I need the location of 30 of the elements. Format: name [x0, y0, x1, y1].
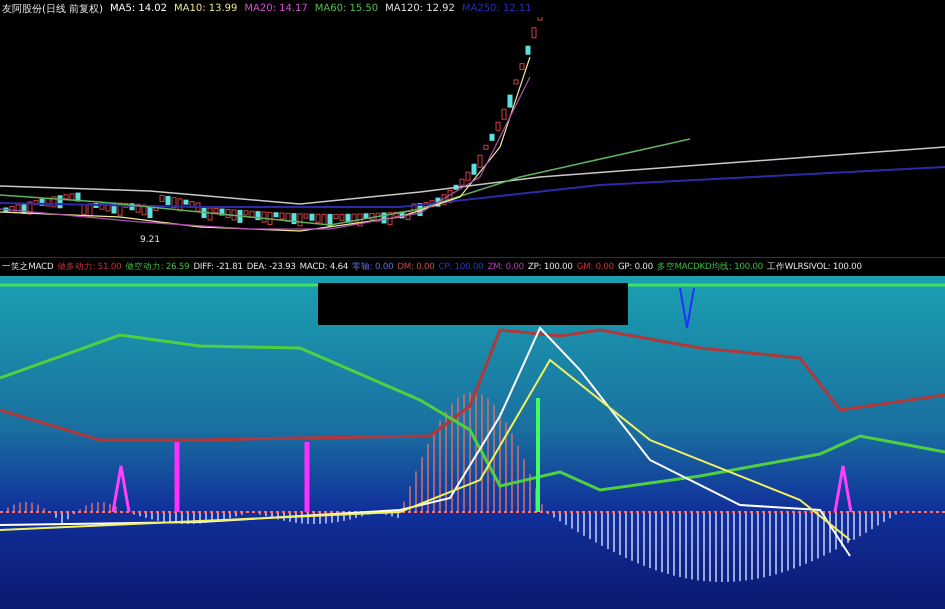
indicator-value: 零轴: 0.00 [352, 261, 394, 273]
indicator-title: 一笑之MACD [2, 261, 54, 273]
indicator-value: DEA: -23.93 [246, 262, 296, 272]
indicator-value: 做空动力: 26.59 [125, 261, 190, 273]
moving-average-value: MA120: 12.92 [385, 3, 455, 14]
moving-average-value: MA10: 13.99 [174, 3, 238, 14]
indicator-value: MACD: 4.64 [300, 262, 348, 272]
indicator-value: DIFF: -21.81 [193, 262, 243, 272]
indicator-value: GM: 0.00 [576, 262, 614, 272]
stock-title: 友阿股份(日线 前复权) [2, 2, 103, 16]
low-price-label: 9.21 [140, 235, 160, 245]
indicator-value: CP: 100.00 [438, 262, 484, 272]
candlestick [520, 63, 524, 70]
signal-spike [304, 442, 310, 512]
moving-average-value: MA60: 15.50 [314, 3, 378, 14]
candlestick [538, 17, 542, 21]
indicator-value: ZM: 0.00 [487, 262, 524, 272]
moving-average-value: MA250: 12.11 [462, 3, 532, 14]
indicator-value: 工作WLRSIVOL: 100.00 [767, 261, 862, 273]
candlestick [532, 27, 536, 38]
moving-average-value: MA5: 14.02 [110, 3, 167, 14]
indicator-value: 做多动力: 51.00 [57, 261, 122, 273]
indicator-value: DM: 0.00 [397, 262, 435, 272]
indicator-value: ZP: 100.00 [528, 262, 573, 272]
signal-spike [174, 442, 180, 512]
indicator-value: 多空MACDKD均线: 100.00 [656, 261, 764, 273]
v-marker [679, 288, 695, 329]
indicator-value: GP: 0.00 [618, 262, 653, 272]
candlestick [514, 79, 518, 84]
moving-average-value: MA20: 14.17 [244, 3, 308, 14]
